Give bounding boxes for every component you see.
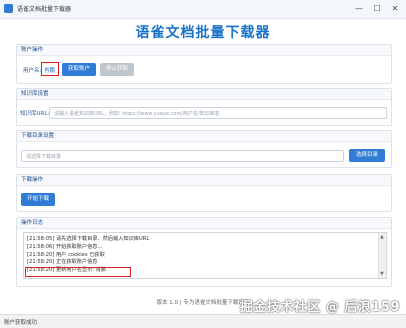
page-title: 语雀文档批量下载器	[135, 25, 271, 41]
log-scrollbar[interactable]: ▲ ▼	[378, 233, 386, 278]
account-section: 账户操作 用户名: 肖鹏 获取账户 停止获取	[16, 44, 392, 84]
scroll-up-icon[interactable]: ▲	[380, 234, 384, 240]
window-title: 语雀文档批量下载器	[17, 6, 72, 13]
download-ops-section: 下载操作 开始下载	[16, 174, 392, 212]
scroll-down-icon[interactable]: ▼	[380, 271, 384, 277]
username-highlight-box	[41, 62, 59, 76]
close-button[interactable]: ✕	[388, 2, 402, 15]
watermark: 掘金技术社区 @ 后浪159	[239, 300, 400, 315]
app-icon	[4, 4, 13, 13]
log-line: [21:58:06] 开始获取账户信息...	[27, 243, 103, 250]
log-section-title: 操作日志	[17, 218, 391, 229]
log-highlight-box	[25, 267, 131, 277]
username-label: 用户名:	[23, 68, 42, 74]
stop-account-button[interactable]: 停止获取	[100, 63, 134, 76]
download-ops-section-title: 下载操作	[17, 175, 391, 186]
log-line: [21:58:05] 请先选择下载目录、然后输入知识库URL	[27, 236, 150, 242]
get-account-button[interactable]: 获取账户	[62, 63, 96, 76]
download-dir-section: 下载目录设置 请选择下载目录 选择目录	[16, 130, 392, 168]
knowledge-url-label: 知识库URL:	[20, 111, 50, 117]
window-titlebar: 语雀文档批量下载器 — ☐ ✕	[0, 0, 406, 19]
knowledge-section: 知识库设置 知识库URL: 请输入语雀知识库URL，例如: https://ww…	[16, 88, 392, 126]
status-text: 账户获取成功	[4, 320, 38, 326]
knowledge-url-input[interactable]: 请输入语雀知识库URL，例如: https://www.yuque.com/用户…	[49, 107, 387, 119]
choose-dir-button[interactable]: 选择目录	[349, 149, 385, 162]
knowledge-section-title: 知识库设置	[17, 89, 391, 100]
status-bar: 账户获取成功	[0, 314, 406, 328]
log-section: 操作日志 [21:58:05] 请先选择下载目录、然后输入知识库URL [21:…	[16, 217, 392, 287]
minimize-button[interactable]: —	[352, 2, 366, 15]
account-section-title: 账户操作	[17, 45, 391, 56]
download-dir-section-title: 下载目录设置	[17, 131, 391, 142]
start-download-button[interactable]: 开始下载	[21, 193, 55, 206]
maximize-button[interactable]: ☐	[370, 2, 384, 15]
download-dir-input[interactable]: 请选择下载目录	[21, 150, 344, 162]
